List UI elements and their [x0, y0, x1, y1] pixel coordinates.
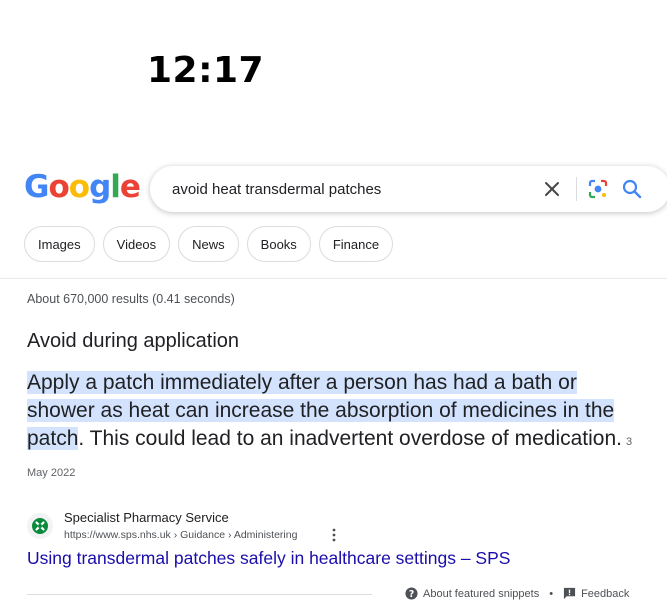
snippet-text: . This could lead to an inadvertent over…: [78, 427, 622, 450]
svg-text:?: ?: [409, 589, 414, 600]
logo-letter: l: [110, 169, 121, 205]
google-lens-icon[interactable]: [586, 177, 610, 201]
logo-letter: g: [89, 169, 111, 205]
source-site-name[interactable]: Specialist Pharmacy Service: [64, 510, 229, 525]
source-url[interactable]: https://www.sps.nhs.uk › Guidance › Admi…: [64, 529, 297, 541]
filter-videos[interactable]: Videos: [102, 226, 171, 262]
header-divider: [0, 278, 667, 279]
footer-separator: •: [549, 587, 554, 600]
snippet-footer: ? About featured snippets • Feedback: [405, 587, 629, 600]
snippet-body: Apply a patch immediately after a person…: [27, 369, 647, 487]
help-icon: ?: [405, 587, 418, 600]
search-input[interactable]: [172, 166, 512, 212]
logo-letter: G: [24, 169, 49, 205]
search-icon[interactable]: [620, 177, 644, 201]
results-stats: About 670,000 results (0.41 seconds): [27, 292, 235, 306]
feedback-link[interactable]: Feedback: [581, 588, 629, 600]
logo-letter: e: [119, 169, 141, 205]
filter-news[interactable]: News: [178, 226, 239, 262]
close-icon[interactable]: [540, 177, 564, 201]
sps-logo-icon: [32, 518, 48, 534]
logo-letter: o: [48, 169, 69, 205]
feedback-icon: [563, 587, 576, 600]
filter-finance[interactable]: Finance: [318, 226, 394, 262]
snippet-heading: Avoid during application: [27, 330, 240, 352]
google-logo[interactable]: Google: [24, 169, 141, 205]
footer-divider: [27, 594, 372, 595]
status-time: 12:17: [147, 50, 265, 91]
search-separator: [576, 177, 577, 201]
search-filters: Images Videos News Books Finance: [24, 226, 394, 262]
about-snippets-link[interactable]: About featured snippets: [423, 588, 539, 600]
search-box: [150, 166, 667, 212]
filter-images[interactable]: Images: [24, 226, 95, 262]
site-favicon[interactable]: [27, 513, 53, 539]
filter-books[interactable]: Books: [246, 226, 311, 262]
result-title-link[interactable]: Using transdermal patches safely in heal…: [27, 548, 510, 569]
logo-letter: o: [68, 169, 90, 205]
more-options-icon[interactable]: [328, 527, 340, 543]
